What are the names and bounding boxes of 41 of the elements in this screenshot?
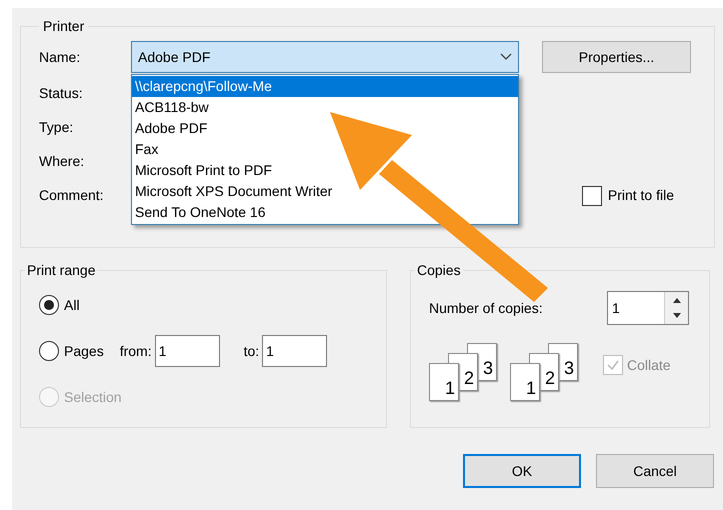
printer-option[interactable]: Adobe PDF	[132, 118, 518, 139]
printer-option[interactable]: Microsoft Print to PDF	[132, 160, 518, 181]
checkbox-label: Print to file	[608, 186, 674, 205]
printer-option[interactable]: \\clarepcng\Follow-Me	[132, 76, 518, 97]
group-title: Printer	[42, 17, 86, 36]
printer-option[interactable]: Send To OneNote 16	[132, 202, 518, 223]
field-label: from:	[120, 342, 152, 360]
radio-button[interactable]	[39, 295, 59, 315]
copies-spinner[interactable]: 1	[607, 291, 689, 325]
checkbox-label: Collate	[627, 356, 671, 374]
radio-label: Pages	[64, 342, 104, 361]
page-number: 1	[526, 379, 536, 397]
checkmark-icon	[606, 358, 620, 372]
group-title: Print range	[26, 261, 96, 280]
to-page-field[interactable]: 1	[262, 335, 328, 367]
dialog-button[interactable]: Cancel	[596, 454, 714, 488]
chevron-down-icon	[500, 53, 512, 61]
field-label: Comment:	[39, 186, 104, 205]
field-label: to:	[244, 342, 260, 360]
radio-label: All	[64, 296, 80, 314]
page-number: 2	[464, 369, 474, 387]
radio-label: Selection	[64, 388, 122, 406]
page-number: 3	[482, 359, 493, 377]
radio-button[interactable]	[39, 341, 59, 361]
page-number: 1	[444, 379, 455, 397]
field-label: Where:	[39, 152, 84, 171]
printer-option[interactable]: Microsoft XPS Document Writer	[132, 181, 518, 202]
printer-option[interactable]: Fax	[132, 139, 518, 160]
field-label: Number of copies:	[429, 298, 543, 318]
printer-dropdown[interactable]: Adobe PDF	[131, 41, 519, 73]
group-title: Copies	[416, 261, 462, 280]
dialog-button[interactable]: OK	[463, 454, 581, 488]
printer-option[interactable]: ACB118-bw	[132, 97, 518, 118]
properties-button[interactable]: Properties...	[542, 41, 691, 73]
page-number: 3	[564, 359, 574, 377]
page-number: 2	[544, 369, 555, 387]
field-label: Status:	[39, 84, 83, 103]
from-page-field[interactable]: 1	[154, 335, 220, 367]
field-label: Name:	[39, 48, 82, 66]
print-to-file-checkbox[interactable]	[582, 186, 602, 206]
field-label: Type:	[39, 118, 74, 137]
